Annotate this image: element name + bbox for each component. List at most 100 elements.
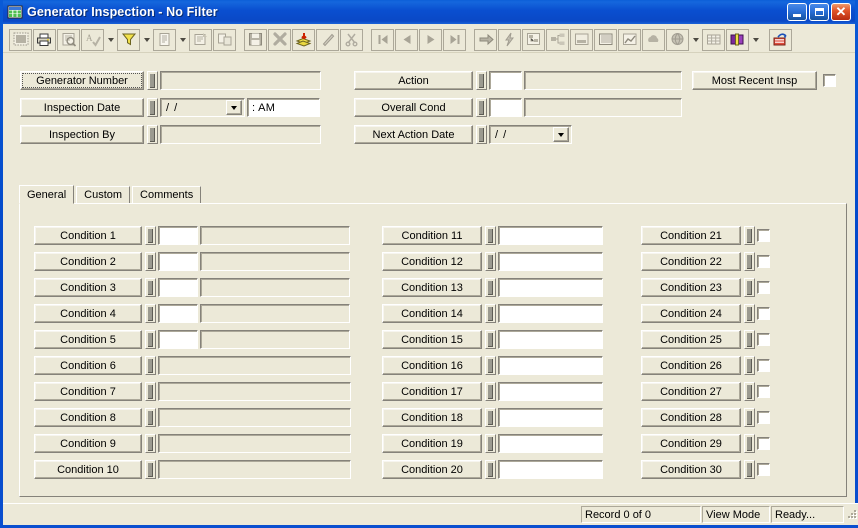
overall-cond-indicator[interactable] bbox=[476, 98, 487, 117]
delete-icon[interactable] bbox=[268, 28, 291, 51]
inspection-by-label-button[interactable]: Inspection By bbox=[20, 125, 144, 144]
condition-25-checkbox[interactable] bbox=[757, 333, 770, 346]
goto-record-icon[interactable] bbox=[474, 28, 497, 51]
condition-16-indicator[interactable] bbox=[485, 356, 496, 375]
last-record-icon[interactable] bbox=[443, 28, 466, 51]
condition-9-label-button[interactable]: Condition 9 bbox=[34, 434, 142, 453]
condition-29-label-button[interactable]: Condition 29 bbox=[641, 434, 741, 453]
condition-17-indicator[interactable] bbox=[485, 382, 496, 401]
condition-16-input[interactable] bbox=[498, 356, 603, 375]
inspection-by-input[interactable] bbox=[160, 125, 321, 144]
inspection-date-label-button[interactable]: Inspection Date bbox=[20, 98, 144, 117]
condition-24-indicator[interactable] bbox=[744, 304, 755, 323]
condition-29-indicator[interactable] bbox=[744, 434, 755, 453]
condition-1-label-button[interactable]: Condition 1 bbox=[34, 226, 142, 245]
condition-8-input[interactable] bbox=[158, 408, 351, 427]
condition-21-label-button[interactable]: Condition 21 bbox=[641, 226, 741, 245]
help-book-icon[interactable] bbox=[726, 28, 749, 51]
condition-14-indicator[interactable] bbox=[485, 304, 496, 323]
condition-5-indicator[interactable] bbox=[145, 330, 156, 349]
chart-icon[interactable] bbox=[618, 28, 641, 51]
condition-11-label-button[interactable]: Condition 11 bbox=[382, 226, 482, 245]
action-indicator[interactable] bbox=[476, 71, 487, 90]
generator-number-label-button[interactable]: Generator Number bbox=[20, 71, 144, 90]
condition-29-checkbox[interactable] bbox=[757, 437, 770, 450]
tab-comments[interactable]: Comments bbox=[132, 186, 202, 204]
next-action-date-label-button[interactable]: Next Action Date bbox=[354, 125, 473, 144]
condition-11-input[interactable] bbox=[498, 226, 603, 245]
condition-19-label-button[interactable]: Condition 19 bbox=[382, 434, 482, 453]
condition-12-label-button[interactable]: Condition 12 bbox=[382, 252, 482, 271]
inspection-date-dropdown-button[interactable] bbox=[226, 100, 242, 115]
condition-9-indicator[interactable] bbox=[145, 434, 156, 453]
condition-30-label-button[interactable]: Condition 30 bbox=[641, 460, 741, 479]
condition-27-checkbox[interactable] bbox=[757, 385, 770, 398]
form-view-icon[interactable] bbox=[570, 28, 593, 51]
search-dropdown[interactable] bbox=[690, 29, 701, 51]
next-action-date-combo[interactable]: / / bbox=[489, 125, 572, 144]
condition-26-checkbox[interactable] bbox=[757, 359, 770, 372]
condition-22-label-button[interactable]: Condition 22 bbox=[641, 252, 741, 271]
condition-8-label-button[interactable]: Condition 8 bbox=[34, 408, 142, 427]
relationships-icon[interactable] bbox=[213, 28, 236, 51]
condition-4-description-input[interactable] bbox=[200, 304, 350, 323]
new-record-icon[interactable] bbox=[153, 28, 176, 51]
help-dropdown[interactable] bbox=[750, 29, 761, 51]
condition-8-indicator[interactable] bbox=[145, 408, 156, 427]
next-record-icon[interactable] bbox=[419, 28, 442, 51]
condition-14-input[interactable] bbox=[498, 304, 603, 323]
cloud-icon[interactable] bbox=[642, 28, 665, 51]
next-action-date-dropdown-button[interactable] bbox=[553, 127, 569, 142]
condition-25-label-button[interactable]: Condition 25 bbox=[641, 330, 741, 349]
condition-18-input[interactable] bbox=[498, 408, 603, 427]
condition-15-label-button[interactable]: Condition 15 bbox=[382, 330, 482, 349]
condition-19-input[interactable] bbox=[498, 434, 603, 453]
overall-cond-label-button[interactable]: Overall Cond bbox=[354, 98, 473, 117]
overall-cond-description-input[interactable] bbox=[524, 98, 682, 117]
condition-25-indicator[interactable] bbox=[744, 330, 755, 349]
overall-cond-code-input[interactable] bbox=[489, 98, 522, 117]
condition-4-label-button[interactable]: Condition 4 bbox=[34, 304, 142, 323]
condition-3-code-input[interactable] bbox=[158, 278, 198, 297]
condition-23-label-button[interactable]: Condition 23 bbox=[641, 278, 741, 297]
condition-5-code-input[interactable] bbox=[158, 330, 198, 349]
first-record-icon[interactable] bbox=[371, 28, 394, 51]
condition-20-indicator[interactable] bbox=[485, 460, 496, 479]
condition-17-label-button[interactable]: Condition 17 bbox=[382, 382, 482, 401]
condition-6-label-button[interactable]: Condition 6 bbox=[34, 356, 142, 375]
tab-custom[interactable]: Custom bbox=[76, 186, 131, 204]
close-button[interactable]: ✕ bbox=[831, 3, 851, 21]
condition-24-label-button[interactable]: Condition 24 bbox=[641, 304, 741, 323]
condition-7-indicator[interactable] bbox=[145, 382, 156, 401]
condition-10-label-button[interactable]: Condition 10 bbox=[34, 460, 142, 479]
condition-18-indicator[interactable] bbox=[485, 408, 496, 427]
spell-check-dropdown[interactable] bbox=[105, 29, 116, 51]
condition-13-indicator[interactable] bbox=[485, 278, 496, 297]
condition-6-indicator[interactable] bbox=[145, 356, 156, 375]
resize-grip-icon[interactable] bbox=[845, 508, 858, 522]
condition-22-indicator[interactable] bbox=[744, 252, 755, 271]
condition-13-input[interactable] bbox=[498, 278, 603, 297]
generator-number-indicator[interactable] bbox=[147, 71, 158, 90]
save-icon[interactable] bbox=[244, 28, 267, 51]
condition-28-checkbox[interactable] bbox=[757, 411, 770, 424]
design-view-icon[interactable] bbox=[9, 28, 32, 51]
edit-pencil-icon[interactable] bbox=[316, 28, 339, 51]
grid-icon[interactable] bbox=[702, 28, 725, 51]
condition-22-checkbox[interactable] bbox=[757, 255, 770, 268]
condition-28-label-button[interactable]: Condition 28 bbox=[641, 408, 741, 427]
condition-15-input[interactable] bbox=[498, 330, 603, 349]
condition-9-input[interactable] bbox=[158, 434, 351, 453]
copy-record-icon[interactable] bbox=[292, 28, 315, 51]
condition-10-input[interactable] bbox=[158, 460, 351, 479]
condition-7-input[interactable] bbox=[158, 382, 351, 401]
condition-16-label-button[interactable]: Condition 16 bbox=[382, 356, 482, 375]
tab-general[interactable]: General bbox=[19, 185, 75, 204]
most-recent-insp-label-button[interactable]: Most Recent Insp bbox=[692, 71, 817, 90]
condition-12-input[interactable] bbox=[498, 252, 603, 271]
maximize-button[interactable] bbox=[809, 3, 829, 21]
condition-1-indicator[interactable] bbox=[145, 226, 156, 245]
condition-20-label-button[interactable]: Condition 20 bbox=[382, 460, 482, 479]
condition-24-checkbox[interactable] bbox=[757, 307, 770, 320]
condition-5-label-button[interactable]: Condition 5 bbox=[34, 330, 142, 349]
